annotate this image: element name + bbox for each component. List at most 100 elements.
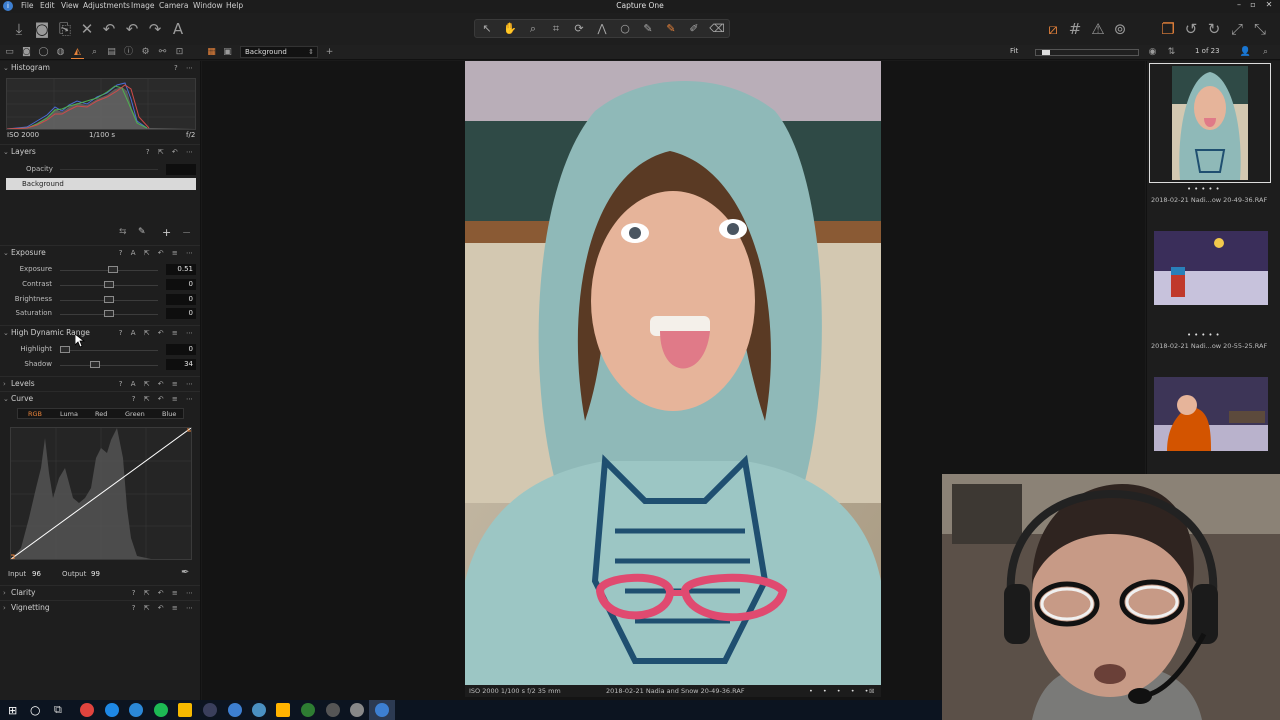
pan-hand-icon[interactable]: ✋ [502, 21, 518, 37]
slider-thumb[interactable] [108, 266, 119, 273]
thumbnail[interactable] [1149, 231, 1271, 305]
sort-icon[interactable]: ⇅ [1165, 46, 1178, 59]
slider-value[interactable]: 0 [166, 294, 196, 305]
keystone-icon[interactable]: ⋀ [594, 21, 610, 37]
capture-tab-icon[interactable]: ◙ [20, 46, 33, 59]
histogram-header[interactable]: ⌄ Histogram ? ⋯ [0, 61, 200, 75]
ie-icon[interactable] [129, 703, 143, 717]
expand-icon[interactable]: ⤢ [1227, 19, 1247, 39]
proof-glasses-icon[interactable]: ⊚ [1110, 19, 1130, 39]
detail-tab-icon[interactable]: ⌕ [88, 46, 101, 59]
warning-icon[interactable]: ⚠ [1088, 19, 1108, 39]
menu-window[interactable]: Window [193, 1, 223, 10]
rotate-icon[interactable]: ⟳ [571, 21, 587, 37]
grid-view-icon[interactable]: ▦ [205, 46, 218, 59]
curve-editor[interactable] [9, 426, 193, 560]
opacity-slider[interactable] [60, 169, 158, 170]
color-tab-icon[interactable]: ◍ [54, 46, 67, 59]
exposure-header[interactable]: ⌄ Exposure ? A ⇱ ↶ ≡ ⋯ [0, 245, 200, 259]
rating-dots[interactable]: ••••• [1187, 331, 1223, 339]
levels-header[interactable]: › Levels ? A ⇱ ↶ ≡ ⋯ [0, 376, 200, 390]
library-tab-icon[interactable]: ▭ [3, 46, 16, 59]
curve-tab-red[interactable]: Red [95, 409, 107, 419]
curve-tab-blue[interactable]: Blue [162, 409, 176, 419]
add-layer-icon[interactable]: + [162, 226, 171, 239]
slider-value[interactable]: 0.51 [166, 264, 196, 275]
minimize-icon[interactable]: – [1232, 0, 1246, 12]
app-icon[interactable] [326, 703, 340, 717]
menu-help[interactable]: Help [226, 1, 243, 10]
panel-actions[interactable]: ? ⋯ [174, 61, 196, 75]
close-window-icon[interactable]: ✕ [1262, 0, 1276, 12]
task-view-icon[interactable]: ⧉ [54, 703, 62, 717]
rotate-left-icon[interactable]: ↺ [1181, 19, 1201, 39]
layers-header[interactable]: ⌄ Layers ? ⇱ ↶ ⋯ [0, 144, 200, 158]
slider-thumb[interactable] [89, 361, 100, 368]
adjustments-tab-icon[interactable]: ⓘ [122, 46, 135, 59]
panel-actions[interactable]: ? ⇱ ↶ ≡ ⋯ [132, 601, 196, 615]
slider-value[interactable]: 0 [166, 279, 196, 290]
folder-icon[interactable] [178, 703, 192, 717]
maximize-icon[interactable]: ▫ [1246, 0, 1260, 12]
loupe-icon[interactable]: ⌕ [525, 21, 541, 37]
slider-thumb[interactable] [104, 296, 114, 303]
add-icon[interactable]: + [323, 46, 336, 59]
panel-actions[interactable]: ? A ⇱ ↶ ≡ ⋯ [119, 377, 196, 391]
layer-row-background[interactable]: Background [6, 178, 196, 190]
hdr-header[interactable]: ⌄ High Dynamic Range ? A ⇱ ↶ ≡ ⋯ [0, 325, 200, 339]
menu-file[interactable]: File [21, 1, 34, 10]
crop-icon[interactable]: ⌗ [548, 21, 564, 37]
eyedropper-icon[interactable]: ✒ [181, 567, 189, 578]
slider-thumb[interactable] [104, 310, 114, 317]
spot-removal-icon[interactable]: ○ [617, 21, 633, 37]
thumbnail[interactable] [1149, 377, 1271, 451]
slider-value[interactable]: 0 [166, 308, 196, 319]
app-icon[interactable] [276, 703, 290, 717]
user-icon[interactable]: 👤 [1239, 46, 1252, 59]
active-app-highlight[interactable] [369, 700, 395, 720]
color-tag-icon[interactable]: ⊠ [869, 685, 874, 697]
metadata-tab-icon[interactable]: ⚙ [139, 46, 152, 59]
app-icon[interactable] [350, 703, 364, 717]
select-cursor-icon[interactable]: ↖ [479, 21, 495, 37]
exposure-tab-icon[interactable]: ◭ [71, 46, 84, 59]
remove-layer-icon[interactable]: − [182, 226, 191, 239]
panel-actions[interactable]: ? ⇱ ↶ ≡ ⋯ [132, 586, 196, 600]
layer-select[interactable]: Background ⇕ [240, 46, 318, 58]
output-tab-icon[interactable]: ⚯ [156, 46, 169, 59]
vignetting-header[interactable]: › Vignetting ? ⇱ ↶ ≡ ⋯ [0, 600, 200, 614]
chrome-icon[interactable] [80, 703, 94, 717]
draw-mask-icon[interactable]: ✐ [686, 21, 702, 37]
slider-thumb[interactable] [104, 281, 114, 288]
edge-icon[interactable] [105, 703, 119, 717]
curve-tab-green[interactable]: Green [125, 409, 145, 419]
search-icon[interactable]: ⌕ [1259, 46, 1272, 59]
search-circle-icon[interactable]: ○ [30, 703, 40, 717]
menu-camera[interactable]: Camera [159, 1, 188, 10]
erase-mask-icon[interactable]: ⌫ [709, 21, 725, 37]
zoom-slider-thumb[interactable] [1042, 50, 1050, 55]
thumbnail-selected[interactable] [1149, 63, 1271, 183]
grid-icon[interactable]: # [1065, 19, 1085, 39]
brush-icon[interactable]: ✎ [663, 21, 679, 37]
menu-image[interactable]: Image [131, 1, 155, 10]
lens-tab-icon[interactable]: ◯ [37, 46, 50, 59]
menu-view[interactable]: View [61, 1, 79, 10]
import-icon[interactable]: ⤓ [9, 19, 29, 39]
collapse-icon[interactable]: ⤡ [1250, 19, 1270, 39]
capture-one-icon[interactable] [228, 703, 242, 717]
curve-header[interactable]: ⌄ Curve ? ⇱ ↶ ≡ ⋯ [0, 391, 200, 405]
slider-track[interactable] [60, 365, 158, 366]
menu-adjustments[interactable]: Adjustments [83, 1, 130, 10]
menu-edit[interactable]: Edit [40, 1, 55, 10]
reset-icon[interactable]: ↶ [99, 19, 119, 39]
panel-actions[interactable]: ? ⇱ ↶ ⋯ [146, 145, 196, 159]
single-view-icon[interactable]: ▣ [221, 46, 234, 59]
text-annotation-icon[interactable]: A [168, 19, 188, 39]
app-icon[interactable] [203, 703, 217, 717]
curve-tab-luma[interactable]: Luma [60, 409, 78, 419]
undo-icon[interactable]: ↶ [122, 19, 142, 39]
panel-actions[interactable]: ? ⇱ ↶ ≡ ⋯ [132, 392, 196, 406]
panel-actions[interactable]: ? A ⇱ ↶ ≡ ⋯ [119, 246, 196, 260]
rotate-right-icon[interactable]: ↻ [1204, 19, 1224, 39]
